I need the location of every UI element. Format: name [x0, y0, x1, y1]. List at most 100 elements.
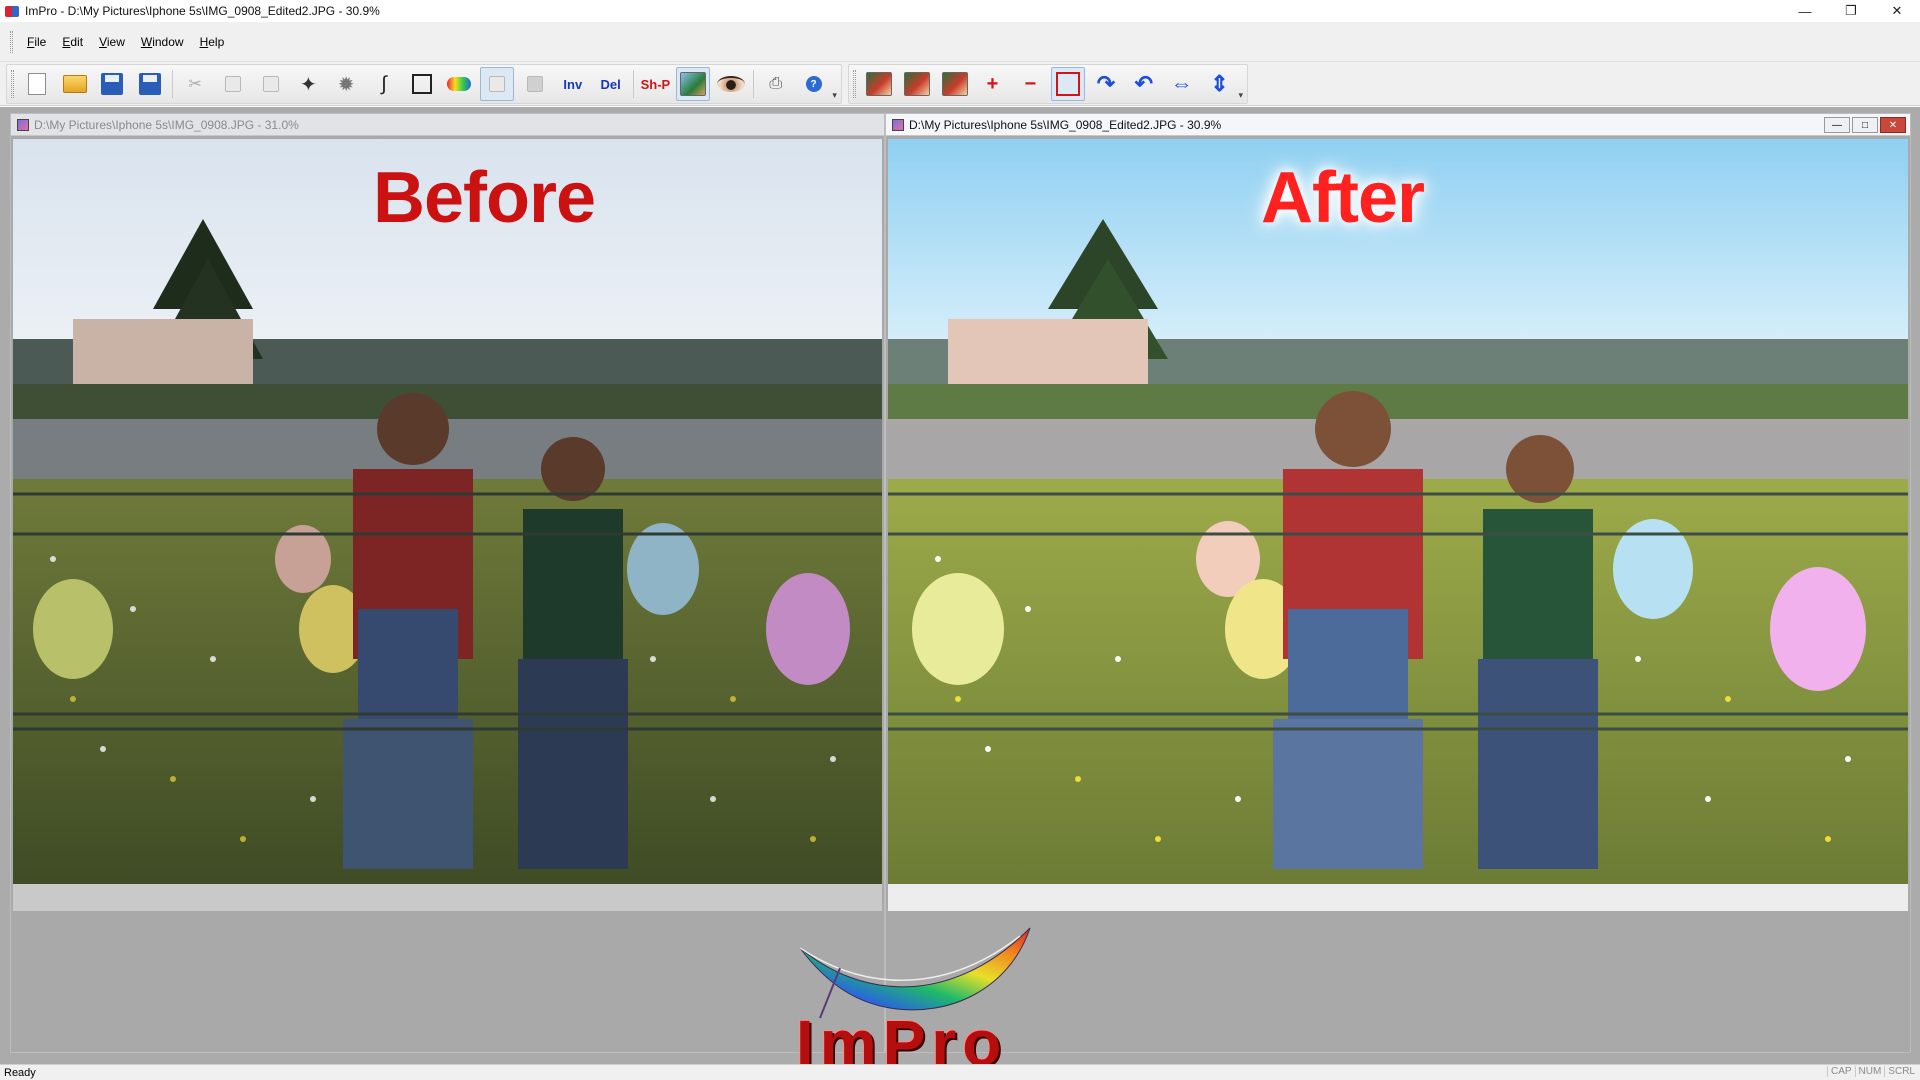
face-tool-3-button[interactable] — [938, 67, 972, 101]
magic-wand-button[interactable]: ✦ — [291, 67, 325, 101]
before-document-window[interactable]: D:\My Pictures\Iphone 5s\IMG_0908.JPG - … — [10, 113, 885, 1053]
open-folder-icon — [62, 75, 87, 93]
toolbar-overflow-icon[interactable]: ▾ — [1238, 90, 1243, 101]
paste-button[interactable] — [254, 67, 288, 101]
landscape-photo-button[interactable] — [676, 67, 711, 101]
menu-edit-rest: dit — [70, 34, 84, 49]
status-bar: Ready CAP NUM SCRL — [0, 1064, 1920, 1080]
face-tool-1-button[interactable] — [862, 67, 896, 101]
restore-button[interactable]: ❐ — [1828, 0, 1874, 22]
face-thumbnail-icon — [941, 72, 968, 96]
eye-makeup-button[interactable] — [714, 67, 748, 101]
toolbar-overflow-icon[interactable]: ▾ — [832, 90, 837, 101]
zoom-in-button[interactable]: + — [976, 67, 1010, 101]
status-text: Ready — [4, 1066, 36, 1079]
before-image-canvas[interactable]: Before — [13, 139, 882, 911]
child-window-controls: — □ ✕ — [1822, 117, 1906, 133]
toolbar-grip[interactable] — [11, 70, 14, 98]
zoom-in-icon: + — [986, 72, 999, 95]
menu-file[interactable]: File — [19, 35, 54, 49]
save-icon — [101, 73, 124, 95]
menu-view[interactable]: View — [91, 35, 133, 49]
rotate-right-icon: ↷ — [1096, 71, 1116, 96]
cut-icon: ✂ — [188, 76, 202, 93]
copy-icon — [224, 76, 241, 92]
scroll-lock-indicator: SCRL — [1884, 1066, 1918, 1077]
lasso-icon: ∫ — [381, 72, 387, 95]
menu-help-rest: elp — [208, 34, 225, 49]
menu-window[interactable]: Window — [133, 35, 192, 49]
rectangle-select-button[interactable] — [405, 67, 439, 101]
after-window-titlebar[interactable]: D:\My Pictures\Iphone 5s\IMG_0908_Edited… — [886, 114, 1910, 136]
toolbar-separator — [752, 70, 754, 98]
after-image-canvas[interactable]: After — [888, 139, 1908, 911]
save-button[interactable] — [96, 67, 130, 101]
rainbow-brush-button[interactable] — [443, 67, 477, 101]
status-indicators: CAP NUM SCRL — [1826, 1066, 1918, 1077]
document-icon — [892, 118, 904, 131]
open-button[interactable] — [58, 67, 92, 101]
new-document-button[interactable] — [20, 67, 54, 101]
lasso-button[interactable]: ∫ — [367, 67, 401, 101]
brush-button[interactable]: ✹ — [329, 67, 363, 101]
flip-vertical-icon: ⇕ — [1210, 71, 1229, 96]
num-lock-indicator: NUM — [1854, 1066, 1885, 1077]
crop-button[interactable] — [1051, 67, 1086, 101]
before-window-titlebar[interactable]: D:\My Pictures\Iphone 5s\IMG_0908.JPG - … — [11, 114, 884, 136]
document-icon — [17, 118, 29, 131]
magic-wand-icon: ✦ — [299, 73, 317, 96]
layer-merge-button[interactable] — [518, 67, 552, 101]
before-label: Before — [373, 158, 596, 238]
menu-edit[interactable]: Edit — [54, 35, 91, 49]
after-label: After — [1261, 158, 1425, 238]
caps-lock-indicator: CAP — [1826, 1066, 1855, 1077]
paste-icon — [262, 76, 279, 92]
child-maximize-button[interactable]: □ — [1852, 117, 1878, 133]
layer-merge-icon — [527, 76, 544, 92]
layer-icon — [489, 76, 506, 92]
sharpen-label: Sh-P — [640, 76, 671, 92]
menu-file-rest: ile — [34, 34, 47, 49]
help-button[interactable]: ? — [797, 67, 831, 101]
cut-button[interactable]: ✂ — [178, 67, 212, 101]
face-tool-2-button[interactable] — [900, 67, 934, 101]
print-button[interactable]: ⎙ — [759, 67, 793, 101]
layer-button[interactable] — [480, 67, 515, 101]
rainbow-brush-icon — [447, 77, 472, 91]
minimize-button[interactable]: — — [1782, 0, 1828, 22]
child-minimize-button[interactable]: — — [1824, 117, 1850, 133]
zoom-out-icon: − — [1024, 72, 1037, 95]
child-close-button[interactable]: ✕ — [1880, 117, 1906, 133]
face-thumbnail-icon — [903, 72, 930, 96]
flip-vertical-button[interactable]: ⇕ — [1203, 67, 1237, 101]
close-button[interactable]: ✕ — [1874, 0, 1920, 22]
menu-grip[interactable] — [10, 30, 13, 53]
toolbar-separator — [172, 70, 174, 98]
menu-help[interactable]: Help — [192, 35, 233, 49]
window-controls: — ❐ ✕ — [1782, 0, 1920, 22]
rotate-right-button[interactable]: ↷ — [1089, 67, 1123, 101]
delete-label: Del — [600, 76, 621, 92]
rotate-left-icon: ↶ — [1134, 71, 1154, 96]
after-photo — [888, 139, 1908, 911]
rotate-left-button[interactable]: ↶ — [1127, 67, 1161, 101]
toolbar-separator — [632, 70, 634, 98]
before-window-title: D:\My Pictures\Iphone 5s\IMG_0908.JPG - … — [34, 117, 299, 132]
rectangle-select-icon — [411, 74, 432, 94]
invert-button[interactable]: Inv — [556, 67, 590, 101]
toolbar-main: ✂ ✦ ✹ ∫ Inv Del Sh-P ⎙ ? ▾ — [6, 64, 842, 104]
flip-horizontal-icon: ⇔ — [1170, 71, 1193, 96]
save-all-button[interactable] — [133, 67, 167, 101]
window-title: ImPro - D:\My Pictures\Iphone 5s\IMG_090… — [25, 4, 380, 18]
delete-button[interactable]: Del — [594, 67, 628, 101]
zoom-out-button[interactable]: − — [1013, 67, 1047, 101]
copy-button[interactable] — [216, 67, 250, 101]
mdi-workspace: D:\My Pictures\Iphone 5s\IMG_0908.JPG - … — [0, 107, 1920, 1079]
toolbar-grip[interactable] — [853, 70, 856, 98]
save-all-icon — [139, 73, 162, 95]
flip-horizontal-button[interactable]: ⇔ — [1165, 67, 1199, 101]
menu-help-accel: H — [199, 34, 209, 49]
sharpen-button[interactable]: Sh-P — [639, 67, 673, 101]
new-document-icon — [27, 73, 46, 95]
toolbar-edit: + − ↷ ↶ ⇔ ⇕ ▾ — [848, 64, 1248, 104]
